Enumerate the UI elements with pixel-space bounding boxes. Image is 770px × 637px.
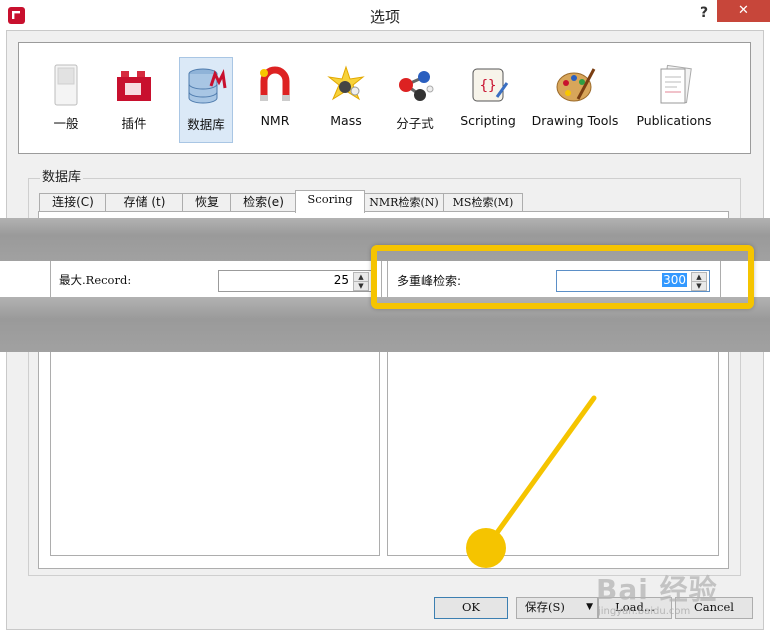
category-mass[interactable]: Mass — [321, 57, 371, 141]
database-icon — [188, 68, 227, 104]
save-button[interactable]: 保存(S) ▼ — [516, 597, 598, 619]
category-label: 分子式 — [396, 116, 434, 131]
watermark-url: jingyan.baidu.com — [598, 606, 691, 617]
category-label: Mass — [330, 113, 362, 128]
tab-search[interactable]: 检索(e) — [230, 193, 297, 212]
category-label: NMR — [260, 113, 290, 128]
category-label: 数据库 — [187, 117, 225, 132]
svg-text:{}: {} — [480, 78, 497, 94]
help-button[interactable]: ? — [693, 2, 715, 24]
spin-down-icon[interactable]: ▼ — [353, 281, 369, 291]
baidu-watermark: Bai 经验 jingyan.baidu.com — [590, 560, 770, 630]
window-title: 选项 — [369, 8, 400, 26]
category-formula[interactable]: 分子式 — [389, 57, 441, 141]
category-toolbar: 一般 插件 数据库 NMR Mass 分子式 {} Scripting Draw… — [18, 42, 751, 154]
category-label: 插件 — [121, 116, 147, 131]
tab-scoring[interactable]: Scoring — [295, 190, 365, 213]
category-general[interactable]: 一般 — [41, 57, 91, 141]
tab-nmr-search[interactable]: NMR检索(N) — [363, 193, 445, 212]
save-button-label: 保存(S) — [525, 600, 565, 614]
category-drawing-tools[interactable]: Drawing Tools — [529, 57, 621, 141]
title-bar: 选项 ? ✕ — [0, 0, 770, 30]
highlight-box — [371, 245, 754, 309]
plugin-brick-icon — [117, 71, 151, 101]
max-record-label: 最大.Record: — [59, 273, 132, 287]
max-record-spinbox[interactable]: 25 ▲ ▼ — [218, 270, 372, 292]
max-record-value: 25 — [333, 273, 349, 287]
tab-restore[interactable]: 恢复 — [182, 193, 232, 212]
tab-ms-search[interactable]: MS检索(M) — [443, 193, 523, 212]
ok-button[interactable]: OK — [434, 597, 508, 619]
switch-icon — [54, 64, 78, 106]
magnet-icon — [260, 66, 290, 101]
watermark-text: Bai 经验 — [596, 573, 718, 606]
category-label: 一般 — [53, 116, 79, 131]
document-stack-icon — [660, 64, 692, 104]
category-label: Drawing Tools — [531, 113, 619, 128]
category-label: Scripting — [460, 113, 516, 128]
close-button[interactable]: ✕ — [717, 0, 770, 22]
category-database[interactable]: 数据库 — [179, 57, 233, 143]
tab-connection[interactable]: 连接(C) — [39, 193, 107, 212]
group-title: 数据库 — [40, 166, 84, 185]
category-scripting[interactable]: {} Scripting — [457, 57, 519, 141]
category-plugins[interactable]: 插件 — [107, 57, 161, 141]
palette-icon — [556, 68, 596, 102]
tab-storage[interactable]: 存储 (t) — [105, 193, 184, 212]
category-publications[interactable]: Publications — [631, 57, 717, 141]
category-nmr[interactable]: NMR — [249, 57, 301, 141]
category-label: Publications — [636, 113, 712, 128]
mass-burst-icon — [327, 65, 365, 101]
script-scroll-icon: {} — [472, 68, 509, 102]
molecule-icon — [399, 71, 434, 101]
